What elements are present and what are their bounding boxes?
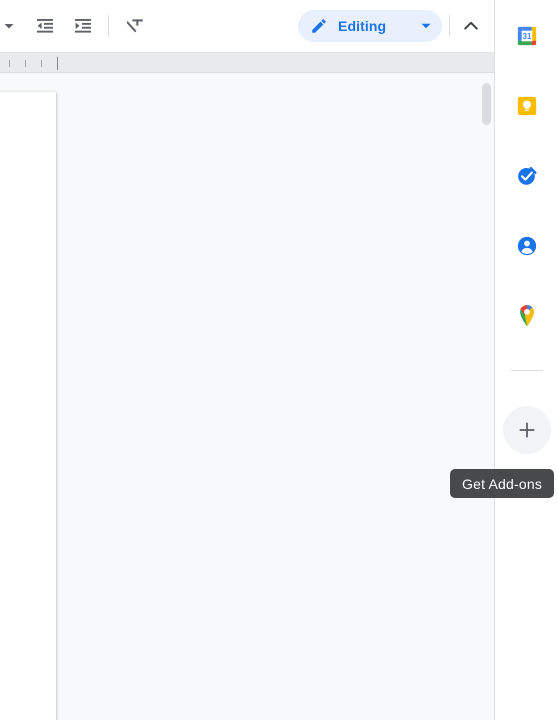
editing-mode-button[interactable]: Editing <box>298 10 442 42</box>
ruler-indent-marker[interactable] <box>57 57 58 70</box>
toolbar-divider-right <box>449 15 450 37</box>
hide-menus-button[interactable] <box>456 11 486 41</box>
chevron-down-icon[interactable] <box>406 20 436 32</box>
google-keep-icon <box>516 95 538 117</box>
sidebar-item-contacts[interactable] <box>507 226 547 266</box>
google-maps-icon <box>516 304 538 328</box>
document-canvas[interactable] <box>0 73 494 720</box>
ruler-tick <box>41 60 42 67</box>
side-panel-divider <box>510 370 543 371</box>
svg-text:31: 31 <box>522 32 531 41</box>
ruler-tick <box>25 60 26 67</box>
clear-formatting-icon[interactable] <box>122 11 152 41</box>
sidebar-item-keep[interactable] <box>507 86 547 126</box>
ruler-tick <box>9 60 10 67</box>
scrollbar-thumb[interactable] <box>482 83 491 125</box>
decrease-indent-icon[interactable] <box>30 11 60 41</box>
vertical-scrollbar[interactable] <box>479 73 494 720</box>
google-calendar-icon: 31 <box>516 25 538 47</box>
more-options-caret-icon[interactable] <box>0 11 24 41</box>
plus-icon <box>516 419 538 441</box>
editing-mode-label: Editing <box>338 18 387 34</box>
pencil-icon <box>310 17 328 35</box>
sidebar-item-calendar[interactable]: 31 <box>507 16 547 56</box>
google-docs-window: Editing 31 Get Add-ons <box>0 0 558 720</box>
document-ruler[interactable] <box>0 52 494 73</box>
google-tasks-icon <box>516 165 538 187</box>
google-contacts-icon <box>516 235 538 257</box>
google-apps-side-panel: 31 <box>494 0 558 720</box>
toolbar-divider <box>108 15 109 37</box>
document-toolbar: Editing <box>0 0 494 52</box>
get-add-ons-button[interactable] <box>502 406 551 454</box>
sidebar-item-maps[interactable] <box>507 296 547 336</box>
sidebar-item-tasks[interactable] <box>507 156 547 196</box>
document-page[interactable] <box>0 92 56 720</box>
increase-indent-icon[interactable] <box>68 11 98 41</box>
get-add-ons-tooltip: Get Add-ons <box>450 469 555 498</box>
